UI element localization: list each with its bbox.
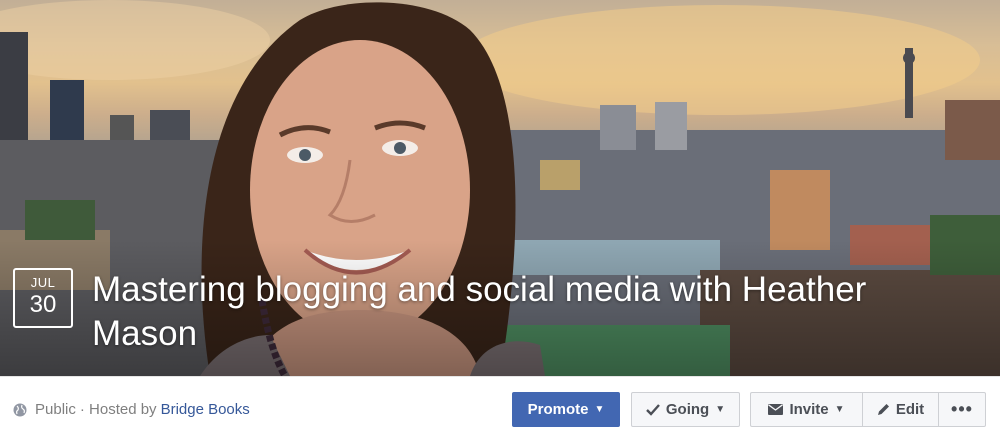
event-date-badge: JUL 30 (13, 268, 73, 328)
envelope-icon (768, 404, 784, 415)
check-icon (646, 403, 660, 416)
event-title: Mastering blogging and social media with… (92, 270, 867, 353)
hosted-by-label: · Hosted by (79, 401, 157, 418)
globe-icon (13, 403, 27, 416)
event-action-bar: Public · Hosted by Bridge Books Promote … (0, 376, 1000, 441)
promote-label: Promote (527, 401, 589, 418)
event-date-month: JUL (30, 275, 56, 290)
event-meta: Public · Hosted by Bridge Books (13, 401, 250, 418)
privacy-label: Public (35, 401, 76, 418)
going-button[interactable]: Going ▼ (631, 392, 740, 427)
promote-button[interactable]: Promote ▼ (512, 392, 620, 427)
invite-button[interactable]: Invite ▼ (750, 392, 862, 427)
host-link[interactable]: Bridge Books (161, 401, 250, 418)
more-dots-icon: ••• (951, 399, 973, 419)
event-cover-photo: JUL 30 Mastering blogging and social med… (0, 0, 1000, 376)
going-label: Going (665, 401, 710, 418)
event-date-day: 30 (29, 291, 57, 318)
edit-label: Edit (895, 401, 925, 418)
pencil-icon (877, 403, 890, 416)
chevron-down-icon: ▼ (594, 404, 605, 415)
invite-label: Invite (789, 401, 829, 418)
chevron-down-icon: ▼ (834, 404, 845, 415)
more-options-button[interactable]: ••• (938, 392, 986, 427)
chevron-down-icon: ▼ (715, 404, 726, 415)
edit-button[interactable]: Edit (862, 392, 938, 427)
